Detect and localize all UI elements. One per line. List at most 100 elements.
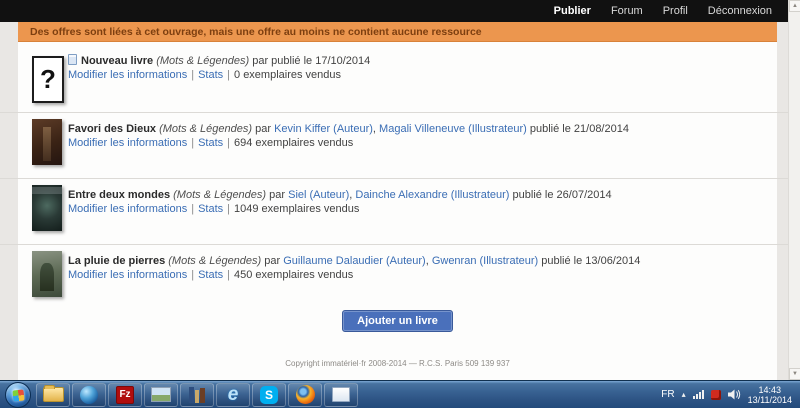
page-scrollbar[interactable]: ▲ ▼	[788, 0, 800, 380]
stats-link[interactable]: Stats	[198, 69, 223, 81]
illustrator-link[interactable]: Dainche Alexandre (Illustrateur)	[355, 189, 509, 201]
separator: |	[191, 69, 194, 81]
book-series: (Mots & Légendes)	[156, 55, 249, 67]
explorer-taskbar-button[interactable]	[36, 383, 70, 407]
par-label: par	[264, 255, 280, 267]
add-book-button[interactable]: Ajouter un livre	[342, 310, 453, 332]
window-app-taskbar-button[interactable]	[324, 383, 358, 407]
stats-link[interactable]: Stats	[198, 137, 223, 149]
book-cover-thumbnail[interactable]	[32, 251, 62, 297]
internet-explorer-icon: e	[228, 385, 239, 404]
globe-icon	[80, 386, 98, 404]
illustrator-link[interactable]: Magali Villeneuve (Illustrateur)	[379, 123, 527, 135]
separator: |	[227, 203, 230, 215]
firefox-icon	[296, 385, 315, 404]
book-title-line: Entre deux mondes (Mots & Légendes) par …	[68, 188, 777, 202]
author-link[interactable]: Kevin Kiffer (Auteur)	[274, 123, 373, 135]
published-date: publié le 21/08/2014	[530, 123, 629, 135]
button-area: Ajouter un livre	[18, 310, 777, 332]
system-tray: FR ▴ 14:43 13/11/2014	[661, 385, 800, 405]
par-label: par	[255, 123, 271, 135]
book-links-line: Modifier les informations | Stats | 450 exem…	[68, 268, 777, 282]
filezilla-taskbar-button[interactable]: Fz	[108, 383, 142, 407]
edit-info-link[interactable]: Modifier les informations	[68, 269, 187, 281]
folder-icon	[43, 387, 64, 402]
sales-count: 0 exemplaires vendus	[234, 69, 341, 81]
row-divider	[0, 244, 788, 245]
tray-app-icon[interactable]	[711, 390, 721, 400]
book-row: Favori des Dieux (Mots & Légendes) par K…	[18, 116, 777, 178]
image-icon	[151, 387, 171, 402]
row-divider	[0, 178, 788, 179]
book-title-line: La pluie de pierres (Mots & Légendes) pa…	[68, 254, 777, 268]
book-cover-thumbnail[interactable]	[32, 185, 62, 231]
network-icon[interactable]	[693, 390, 704, 399]
window-icon	[332, 387, 350, 402]
separator: |	[191, 137, 194, 149]
separator: |	[227, 269, 230, 281]
edit-info-link[interactable]: Modifier les informations	[68, 69, 187, 81]
filezilla-icon: Fz	[116, 386, 134, 404]
library-app-taskbar-button[interactable]	[180, 383, 214, 407]
separator: |	[227, 69, 230, 81]
edit-info-link[interactable]: Modifier les informations	[68, 203, 187, 215]
book-title-line: Favori des Dieux (Mots & Légendes) par K…	[68, 122, 777, 136]
menu-forum[interactable]: Forum	[601, 0, 653, 22]
firefox-taskbar-button[interactable]	[288, 383, 322, 407]
globe-app-taskbar-button[interactable]	[72, 383, 106, 407]
par-label: par	[269, 189, 285, 201]
menu-publier[interactable]: Publier	[544, 0, 601, 22]
published-date: publié le 13/06/2014	[541, 255, 640, 267]
start-button[interactable]	[5, 382, 31, 408]
books-icon	[189, 387, 205, 403]
scroll-down-arrow-icon[interactable]: ▼	[789, 368, 800, 380]
illustrator-link[interactable]: Gwenran (Illustrateur)	[432, 255, 538, 267]
book-title: Entre deux mondes	[68, 189, 170, 201]
skype-taskbar-button[interactable]: S	[252, 383, 286, 407]
book-row: Entre deux mondes (Mots & Légendes) par …	[18, 182, 777, 244]
book-title-line: Nouveau livre (Mots & Légendes) par publ…	[68, 54, 777, 68]
book-links-line: Modifier les informations | Stats | 1049 exe…	[68, 202, 777, 216]
clock-date: 13/11/2014	[748, 395, 792, 405]
stats-link[interactable]: Stats	[198, 203, 223, 215]
book-cover-placeholder[interactable]: ?	[32, 56, 64, 103]
copyright-footer: Copyright immatériel·fr 2008-2014 — R.C.…	[18, 359, 777, 368]
published-date: publié le 17/10/2014	[271, 55, 370, 67]
book-title: Nouveau livre	[81, 55, 153, 67]
clock[interactable]: 14:43 13/11/2014	[748, 385, 794, 405]
book-title: Favori des Dieux	[68, 123, 156, 135]
author-link[interactable]: Siel (Auteur)	[288, 189, 349, 201]
warning-banner: Des offres sont liées à cet ouvrage, mai…	[18, 22, 777, 42]
screen: Publier Forum Profil Déconnexion Des off…	[0, 0, 800, 408]
separator: |	[191, 203, 194, 215]
book-row: La pluie de pierres (Mots & Légendes) pa…	[18, 248, 777, 306]
stats-link[interactable]: Stats	[198, 269, 223, 281]
row-divider	[0, 112, 788, 113]
sales-count: 450 exemplaires vendus	[234, 269, 353, 281]
book-cover-thumbnail[interactable]	[32, 119, 62, 165]
top-menu-bar: Publier Forum Profil Déconnexion	[0, 0, 788, 22]
separator: |	[227, 137, 230, 149]
internet-explorer-taskbar-button[interactable]: e	[216, 383, 250, 407]
show-hidden-icons-icon[interactable]: ▴	[682, 390, 686, 399]
author-link[interactable]: Guillaume Dalaudier (Auteur)	[283, 255, 425, 267]
sales-count: 1049 exemplaires vendus	[234, 203, 359, 215]
skype-icon: S	[260, 386, 278, 404]
book-links-line: Modifier les informations|Stats|694 exem…	[68, 136, 777, 150]
menu-profil[interactable]: Profil	[653, 0, 698, 22]
book-links-line: Modifier les informations | Stats | 0 exempl…	[68, 68, 777, 82]
clock-time: 14:43	[748, 385, 792, 395]
volume-icon[interactable]	[728, 389, 741, 400]
language-indicator[interactable]: FR	[661, 389, 674, 400]
book-title: La pluie de pierres	[68, 255, 165, 267]
book-row: ? Nouveau livre (Mots & Légendes) par pu…	[18, 48, 777, 112]
book-page-icon	[68, 54, 77, 65]
book-series: (Mots & Légendes)	[168, 255, 261, 267]
scroll-up-arrow-icon[interactable]: ▲	[789, 0, 800, 12]
image-app-taskbar-button[interactable]	[144, 383, 178, 407]
published-date: publié le 26/07/2014	[513, 189, 612, 201]
edit-info-link[interactable]: Modifier les informations	[68, 137, 187, 149]
book-series: (Mots & Légendes)	[159, 123, 252, 135]
separator: |	[191, 269, 194, 281]
menu-deconnexion[interactable]: Déconnexion	[698, 0, 782, 22]
